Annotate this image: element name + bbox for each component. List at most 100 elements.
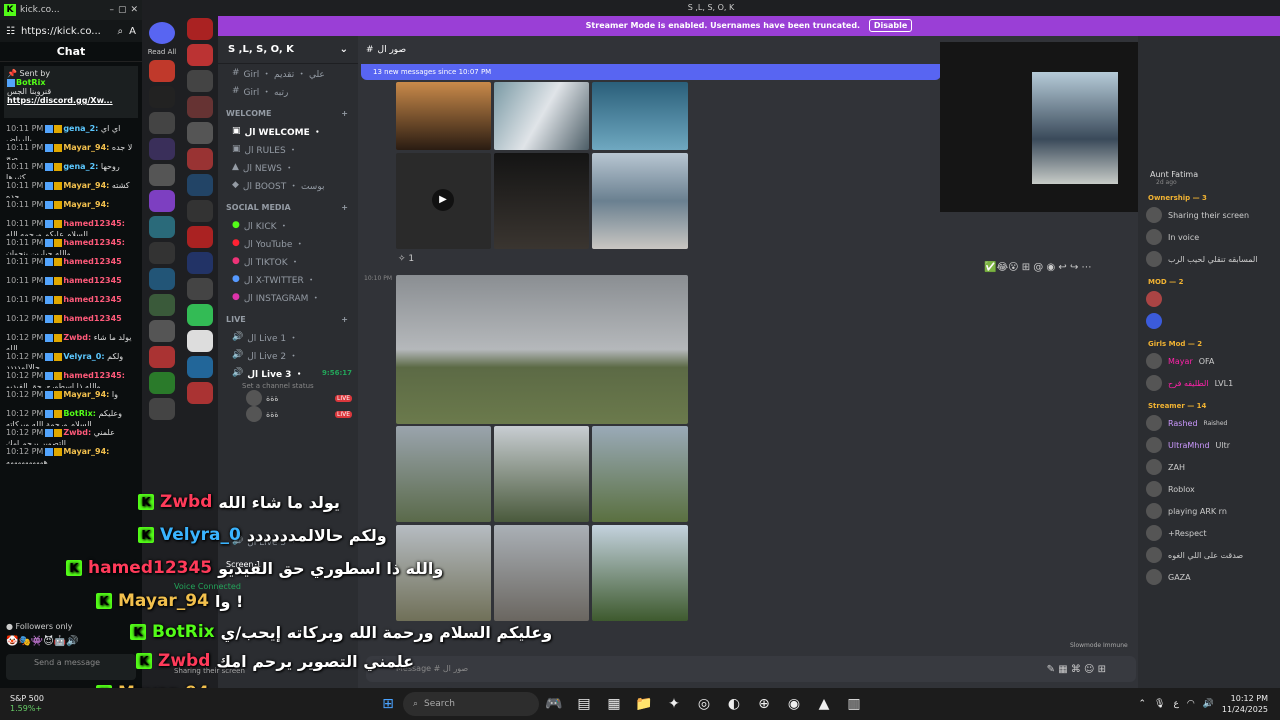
message-user[interactable]: Zwbd:	[63, 333, 91, 342]
chat-message[interactable]: 10:11 PM Mayar_94: لا جده صح	[0, 141, 142, 160]
member-item[interactable]: playing ARK rn	[1138, 500, 1280, 522]
add-channel-icon[interactable]: +	[341, 315, 348, 324]
discord-icon[interactable]: ◉	[782, 692, 806, 716]
server-icon[interactable]	[187, 18, 213, 40]
discord-home-icon[interactable]	[149, 22, 175, 44]
new-messages-bar[interactable]: 13 new messages since 10:07 PM	[361, 64, 941, 80]
channel-item[interactable]: # Girl ・ رتبه	[218, 82, 358, 100]
server-icon[interactable]	[149, 138, 175, 160]
channel-item[interactable]: ▲ ال NEWS ・	[218, 158, 358, 176]
server-icon[interactable]	[149, 294, 175, 316]
server-icon[interactable]	[149, 398, 175, 420]
maximize-icon[interactable]: ▢	[118, 5, 127, 15]
server-icon[interactable]	[149, 164, 175, 186]
server-icon[interactable]	[187, 356, 213, 378]
chat-message[interactable]: 10:12 PM Velyra_0: ولكم حالالمدددد	[0, 350, 142, 369]
message-user[interactable]: gena_2:	[63, 124, 98, 133]
chat-message[interactable]: 10:12 PM Zwbd: علمني التصوير يرحم امك	[0, 426, 142, 445]
kick-tab-title[interactable]: kick.co...	[20, 5, 60, 15]
channel-item[interactable]: ● ال YouTube ・	[218, 234, 358, 252]
voice-user[interactable]: ةةة LIVE	[218, 406, 358, 422]
chat-message[interactable]: 10:12 PM Mayar_94: وا	[0, 388, 142, 407]
server-icon[interactable]	[149, 320, 175, 342]
photo-lake[interactable]	[592, 82, 688, 150]
add-channel-icon[interactable]: +	[341, 109, 348, 118]
member-item[interactable]: الطليقه فرح LVL1	[1138, 372, 1280, 394]
chat-message[interactable]: 10:12 PM hamed12345: والله ذا اسطوري حق ا…	[0, 369, 142, 388]
member-item[interactable]: المسابقه تنقلي لحيب الرب	[1138, 248, 1280, 270]
server-icon[interactable]	[149, 372, 175, 394]
message-user[interactable]: hamed12345:	[63, 238, 125, 247]
message-actions[interactable]: ✅😂😮 ⊞ @ ◉ ↩ ↪ ⋯	[984, 262, 1092, 273]
chat-message[interactable]: 10:11 PM gena_2: روحها كثيرها	[0, 160, 142, 179]
chrome-icon[interactable]: ⊕	[752, 692, 776, 716]
disable-button[interactable]: Disable	[868, 19, 913, 32]
channel-item[interactable]: ▣ ال RULES ・	[218, 140, 358, 158]
address-bar[interactable]: ☷ https://kick.co... ⌕ A	[0, 20, 142, 42]
chat-message[interactable]: 10:12 PM Mayar_94: ههههههههههه	[0, 445, 142, 464]
photo-mountains[interactable]	[396, 426, 491, 522]
chat-message[interactable]: 10:12 PM Zwbd: يولد ما شاء الله	[0, 331, 142, 350]
play-icon[interactable]: ▶	[432, 189, 454, 211]
photo-tower[interactable]	[494, 525, 589, 621]
message-user[interactable]: Zwbd:	[63, 428, 91, 437]
message-user[interactable]: hamed12345	[63, 276, 121, 285]
voice-channel[interactable]: 🔊 ال Live 3 ・ 9:56:17	[218, 364, 358, 382]
chat-message[interactable]: 10:11 PM Mayar_94: كشته جده	[0, 179, 142, 198]
message-user[interactable]: hamed12345:	[63, 219, 125, 228]
channel-status[interactable]: Set a channel status	[218, 382, 358, 390]
member-item[interactable]: +Respect	[1138, 522, 1280, 544]
message-user[interactable]: Mayar_94:	[63, 200, 109, 209]
app-icon[interactable]: ✦	[662, 692, 686, 716]
windows-start-icon[interactable]: ⊞	[376, 692, 400, 716]
server-icon[interactable]	[149, 346, 175, 368]
photo-road[interactable]	[592, 426, 688, 522]
voice-channel[interactable]: 🔊 ال Live 1 ・	[218, 328, 358, 346]
chat-message[interactable]: 10:11 PM hamed12345	[0, 274, 142, 293]
member-item[interactable]: Mayar OFA	[1138, 350, 1280, 372]
message-user[interactable]: gena_2:	[63, 162, 98, 171]
pinned-user[interactable]: BotRix	[16, 78, 45, 87]
member-item[interactable]: In voice	[1138, 226, 1280, 248]
message-user[interactable]: Velyra_0:	[63, 352, 104, 361]
server-icon[interactable]	[149, 216, 175, 238]
url-text[interactable]: https://kick.co...	[21, 26, 101, 37]
photo-tree[interactable]	[592, 525, 688, 621]
server-icon[interactable]	[149, 190, 175, 212]
message-user[interactable]: Mayar_94:	[63, 390, 109, 399]
message-user[interactable]: hamed12345	[63, 295, 121, 304]
message-user[interactable]: hamed12345	[63, 314, 121, 323]
server-icon[interactable]	[187, 226, 213, 248]
app-icon[interactable]: ▦	[602, 692, 626, 716]
message-user[interactable]: Mayar_94:	[63, 447, 109, 456]
chat-message[interactable]: 10:11 PM hamed12345	[0, 255, 142, 274]
voice-channel[interactable]: 🔊 ال Live 2 ・	[218, 346, 358, 364]
chat-message[interactable]: 10:12 PM hamed12345	[0, 312, 142, 331]
photo-bay[interactable]	[592, 153, 688, 249]
volume-icon[interactable]: 🔊	[1203, 699, 1214, 709]
photo-airplane-wing[interactable]	[396, 275, 688, 424]
pinned-message[interactable]: 📌 Sent by BotRix قنروبنا الجس https://di…	[4, 66, 138, 118]
close-icon[interactable]: ✕	[130, 5, 138, 15]
language-indicator[interactable]: ع	[1173, 699, 1178, 709]
message-input[interactable]: Message # صور ال ✎ ▦ ⌘ ☺ ⊞	[366, 656, 1136, 682]
server-header[interactable]: S ,L, S, O, K ⌄	[218, 36, 358, 64]
app-icon[interactable]: ▤	[572, 692, 596, 716]
read-all-button[interactable]: Read All	[142, 48, 182, 56]
server-icon[interactable]	[149, 60, 175, 82]
stock-widget[interactable]: S&P 500 1.59%+	[0, 694, 90, 714]
server-icon[interactable]	[187, 122, 213, 144]
member-item[interactable]: ZAH	[1138, 456, 1280, 478]
member-item[interactable]: Roblox	[1138, 478, 1280, 500]
channel-item[interactable]: ◆ ال BOOST ・ بوست	[218, 176, 358, 194]
channel-item[interactable]: # Girl ・ علي ・ تقديم	[218, 64, 358, 82]
member-item[interactable]	[1138, 288, 1280, 310]
category-welcome[interactable]: WELCOME +	[218, 104, 358, 122]
folder-icon[interactable]: 📁	[632, 692, 656, 716]
reader-icon[interactable]: A	[129, 26, 136, 37]
server-icon[interactable]	[187, 278, 213, 300]
pinned-link[interactable]: https://discord.gg/Xw...	[7, 96, 135, 105]
chat-message[interactable]: 10:11 PM hamed12345: والله جبارين بنحوان	[0, 236, 142, 255]
photo-sunset[interactable]	[396, 82, 491, 150]
server-icon[interactable]	[187, 382, 213, 404]
